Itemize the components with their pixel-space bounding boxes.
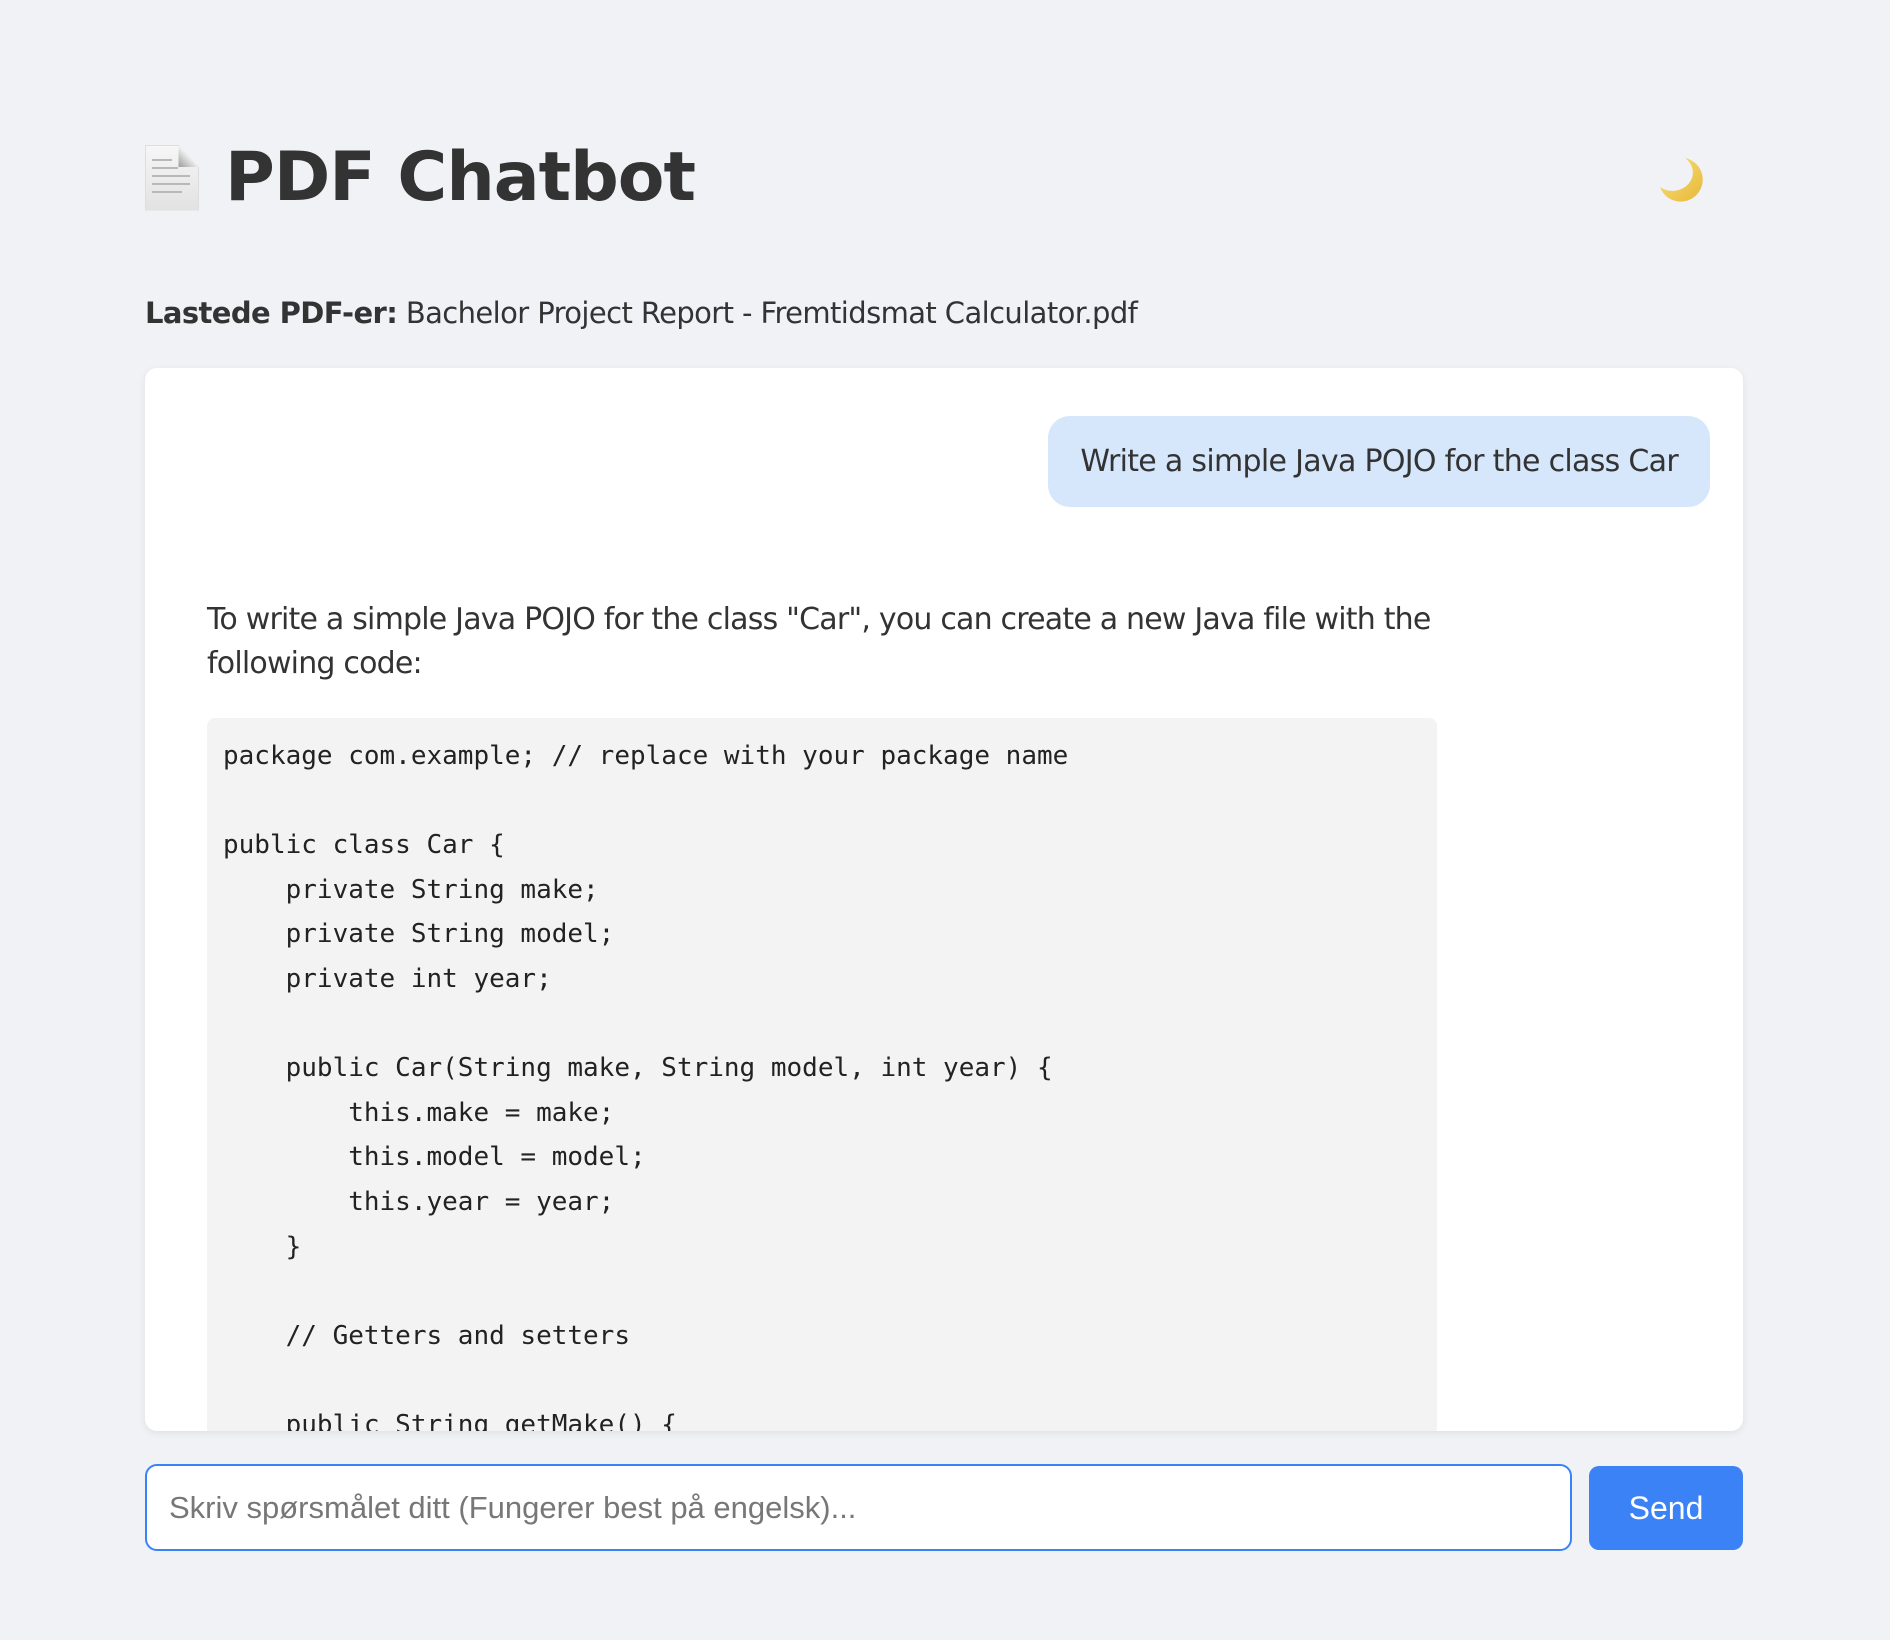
loaded-pdfs-files: Bachelor Project Report - Fremtidsmat Ca… [405,296,1138,330]
page-facing-up-icon [145,144,199,211]
bot-message-text: To write a simple Java POJO for the clas… [207,602,1431,681]
crescent-moon-icon [1660,158,1703,202]
loaded-pdfs: Lastede PDF-er: Bachelor Project Report … [145,296,1138,330]
page-title: PDF Chatbot [225,138,696,217]
send-button[interactable]: Send [1589,1466,1743,1550]
loaded-pdfs-label: Lastede PDF-er: [145,296,398,330]
chat-history[interactable]: Write a simple Java POJO for the class C… [145,368,1743,1431]
theme-toggle-button[interactable] [1652,150,1708,206]
code-block: package com.example; // replace with you… [207,718,1437,1431]
question-input[interactable] [145,1464,1572,1551]
user-message: Write a simple Java POJO for the class C… [1048,416,1710,507]
bot-message: To write a simple Java POJO for the clas… [207,598,1437,1431]
app-header: PDF Chatbot [145,138,696,217]
